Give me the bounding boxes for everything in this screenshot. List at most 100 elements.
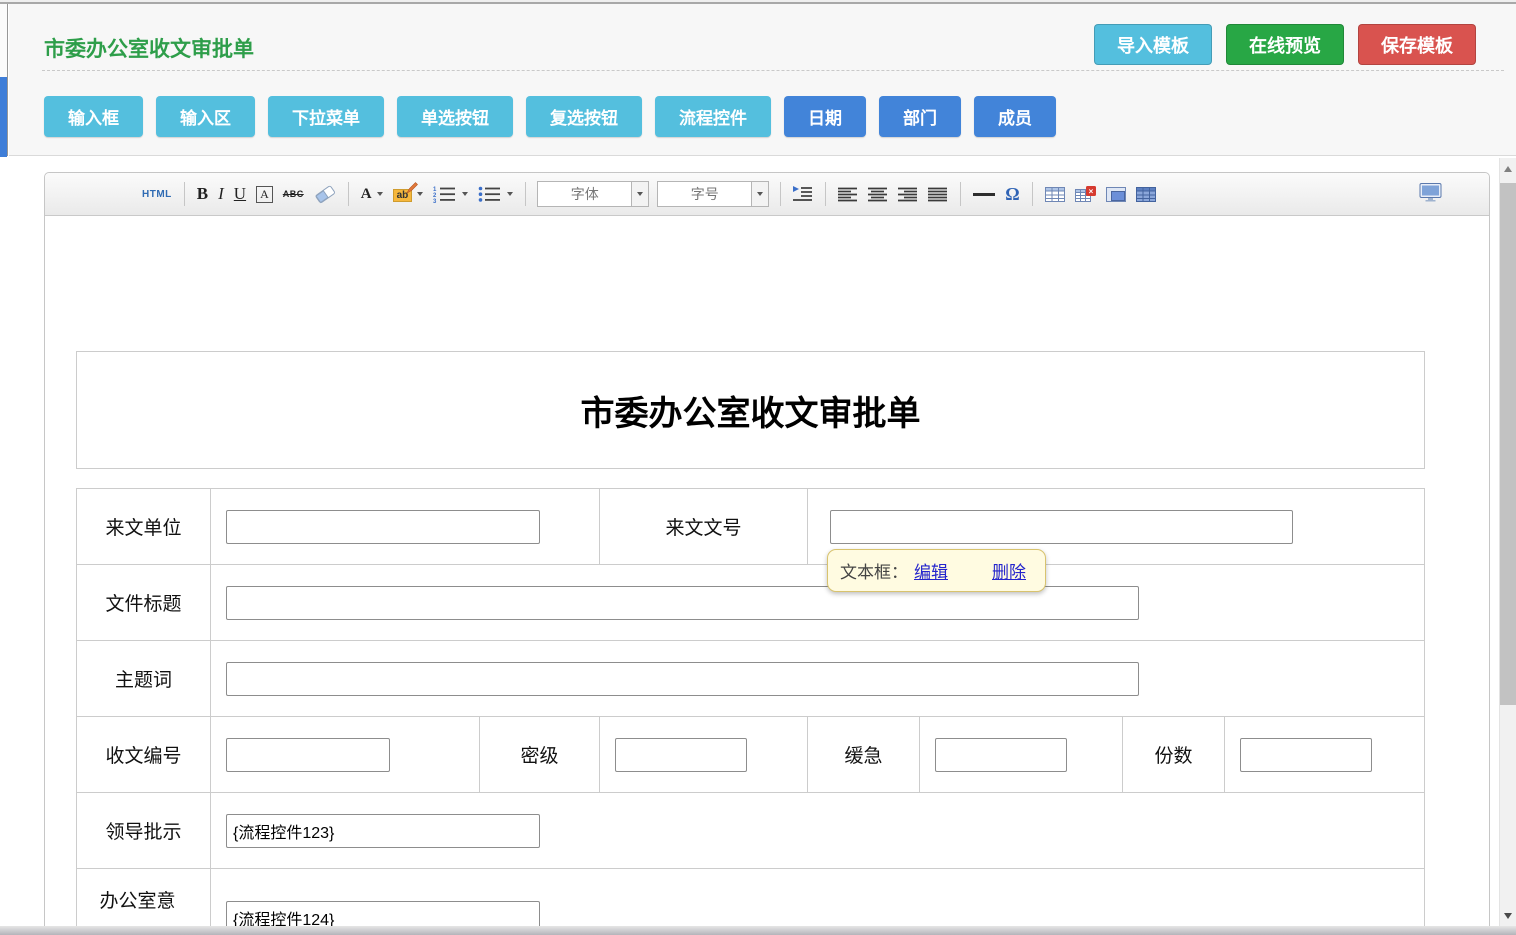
boxed-a-button[interactable]: A [256, 180, 273, 208]
incoming-unit-input[interactable] [226, 510, 540, 544]
document-title: 市委办公室收文审批单 [581, 386, 921, 435]
dropdown-menu-button[interactable]: 下拉菜单 [268, 96, 384, 137]
date-button[interactable]: 日期 [784, 96, 866, 137]
urgency-cell [919, 717, 1122, 792]
svg-text:×: × [1088, 186, 1093, 195]
department-button[interactable]: 部门 [879, 96, 961, 137]
urgency-input[interactable] [935, 738, 1067, 772]
editor-content-area[interactable]: 市委办公室收文审批单 来文单位 来文文号 文件标题 主题词 收文编号 密级 [45, 216, 1489, 935]
edit-link[interactable]: 编辑 [914, 558, 948, 583]
checkbox-button-button[interactable]: 复选按钮 [526, 96, 642, 137]
align-left-icon [838, 187, 858, 202]
subject-word-input[interactable] [226, 662, 1139, 696]
delete-table-icon: × [1075, 186, 1096, 203]
component-toolbar: 输入框 输入区 下拉菜单 单选按钮 复选按钮 流程控件 日期 部门 成员 [44, 96, 1056, 137]
align-right-button[interactable] [898, 180, 918, 208]
vertical-scrollbar[interactable] [1499, 158, 1516, 935]
special-char-button[interactable]: Ω [1005, 180, 1019, 208]
header-panel: 市委办公室收文审批单 导入模板 在线预览 保存模板 输入框 输入区 下拉菜单 单… [9, 4, 1516, 156]
font-family-select[interactable]: 字体 [537, 181, 649, 207]
page-title: 市委办公室收文审批单 [44, 33, 254, 63]
delete-table-button[interactable]: × [1075, 180, 1096, 208]
input-box-button[interactable]: 输入框 [44, 96, 143, 137]
window-bottom-edge [0, 926, 1516, 935]
receipt-number-cell [210, 717, 479, 792]
dropdown-caret-icon [377, 192, 383, 196]
incoming-unit-cell [210, 489, 599, 564]
incoming-doc-number-input[interactable] [830, 510, 1293, 544]
save-template-button[interactable]: 保存模板 [1358, 24, 1476, 65]
align-justify-button[interactable] [928, 180, 948, 208]
toolbar-separator [825, 182, 826, 206]
window-top-edge [0, 0, 1516, 4]
html-source-icon: HTML [142, 189, 172, 200]
pencil-icon [406, 182, 418, 194]
scrollbar-up-arrow-icon[interactable] [1504, 166, 1512, 172]
left-sidebar-fragment [0, 77, 7, 157]
subject-word-label: 主题词 [77, 641, 210, 716]
strikethrough-icon: ABC [283, 189, 304, 199]
align-right-icon [898, 187, 918, 202]
font-color-button[interactable]: A [361, 180, 383, 208]
font-size-select[interactable]: 字号 [657, 181, 769, 207]
online-preview-button[interactable]: 在线预览 [1226, 24, 1344, 65]
indent-button[interactable] [793, 180, 813, 208]
table-row: 主题词 [77, 641, 1424, 717]
security-level-input[interactable] [615, 738, 747, 772]
cell-properties-icon [1106, 186, 1126, 203]
form-table: 来文单位 来文文号 文件标题 主题词 收文编号 密级 缓急 份数 [76, 488, 1425, 935]
table-row: 收文编号 密级 缓急 份数 [77, 717, 1424, 793]
align-left-button[interactable] [838, 180, 858, 208]
font-size-dropdown-button[interactable] [751, 182, 768, 206]
fullscreen-button[interactable] [1419, 183, 1443, 202]
html-source-button[interactable]: HTML [142, 180, 172, 208]
table-properties-button[interactable] [1136, 180, 1156, 208]
insert-table-button[interactable] [1045, 180, 1065, 208]
security-level-cell [599, 717, 807, 792]
toolbar-separator [184, 182, 185, 206]
ordered-list-button[interactable]: 1 2 3 [433, 180, 468, 208]
toolbar-separator [1032, 182, 1033, 206]
leader-comments-input[interactable] [226, 814, 540, 848]
cell-properties-button[interactable] [1106, 180, 1126, 208]
insert-table-icon [1045, 186, 1065, 203]
scrollbar-thumb[interactable] [1500, 183, 1516, 705]
table-properties-icon [1136, 186, 1156, 203]
horizontal-rule-button[interactable] [973, 180, 995, 208]
table-row: 文件标题 [77, 565, 1424, 641]
strikethrough-button[interactable]: ABC [283, 180, 304, 208]
align-center-button[interactable] [868, 180, 888, 208]
receipt-number-input[interactable] [226, 738, 390, 772]
align-justify-icon [928, 187, 948, 202]
font-color-icon: A [361, 186, 372, 203]
delete-link[interactable]: 删除 [992, 558, 1026, 583]
copies-label: 份数 [1122, 717, 1224, 792]
window-left-edge [0, 4, 8, 156]
import-template-button[interactable]: 导入模板 [1094, 24, 1212, 65]
document-heading-label: 文件标题 [77, 565, 210, 640]
font-family-value: 字体 [538, 182, 631, 206]
member-button[interactable]: 成员 [974, 96, 1056, 137]
eraser-button[interactable] [314, 180, 336, 208]
dropdown-caret-icon [507, 192, 513, 196]
copies-input[interactable] [1240, 738, 1372, 772]
dropdown-caret-icon [637, 192, 643, 196]
flow-control-button[interactable]: 流程控件 [655, 96, 771, 137]
toolbar-separator [960, 182, 961, 206]
header-actions: 导入模板 在线预览 保存模板 [1094, 24, 1476, 65]
align-center-icon [868, 187, 888, 202]
radio-button-button[interactable]: 单选按钮 [397, 96, 513, 137]
horizontal-rule-icon [973, 193, 995, 196]
underline-button[interactable]: U [234, 180, 246, 208]
highlight-color-button[interactable]: ab [393, 180, 424, 208]
italic-icon: I [218, 184, 224, 204]
scrollbar-down-arrow-icon[interactable] [1504, 913, 1512, 919]
toolbar-separator [780, 182, 781, 206]
eraser-icon [314, 184, 336, 204]
font-family-dropdown-button[interactable] [631, 182, 648, 206]
italic-button[interactable]: I [218, 180, 224, 208]
input-area-button[interactable]: 输入区 [156, 96, 255, 137]
unordered-list-button[interactable] [478, 180, 513, 208]
textbox-context-tooltip: 文本框： 编辑 删除 [827, 549, 1046, 592]
bold-button[interactable]: B [197, 180, 208, 208]
